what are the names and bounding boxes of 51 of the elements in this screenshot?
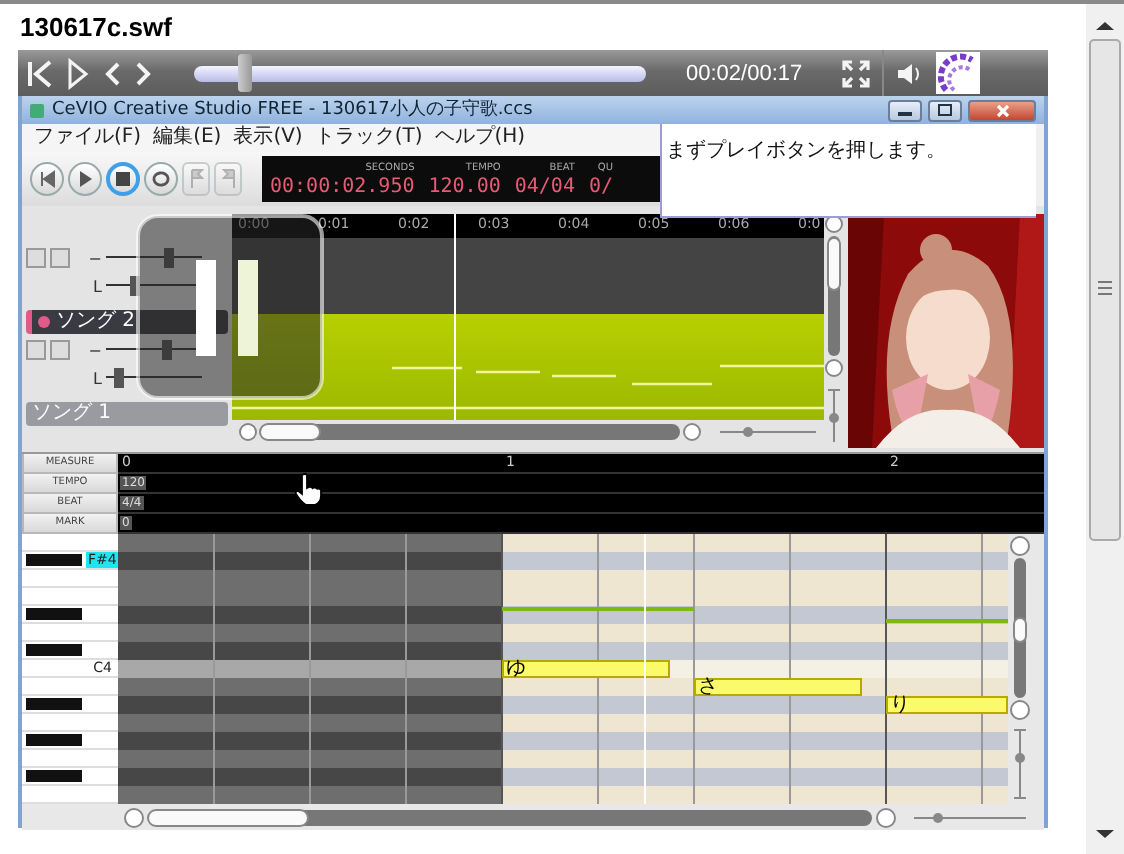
track-color-dot — [38, 316, 50, 328]
maximize-button[interactable] — [928, 99, 962, 121]
vertical-scrollbar[interactable] — [1008, 534, 1032, 804]
loop-button[interactable] — [144, 162, 178, 196]
volume-icon[interactable] — [896, 59, 924, 87]
flag-icon — [185, 168, 207, 190]
note-block[interactable]: り — [886, 696, 1008, 714]
skip-back-icon[interactable] — [26, 57, 54, 89]
menu-item[interactable]: ファイル(F) — [34, 124, 142, 152]
play-icon — [74, 168, 96, 190]
loop-icon — [150, 168, 172, 190]
play-button[interactable] — [68, 162, 102, 196]
time-display: 00:02/00:17 — [686, 61, 805, 85]
message-text: まずプレイボタンを押します。 — [666, 140, 946, 162]
close-icon — [995, 103, 1009, 117]
play-icon[interactable] — [66, 57, 90, 89]
lcd-value: 0/ — [588, 174, 614, 202]
maximize-icon — [938, 104, 952, 116]
flag-icon — [217, 168, 239, 190]
slider-label: L — [91, 277, 102, 295]
lcd-value: 120.00 — [428, 174, 501, 202]
vertical-scrollbar[interactable] — [824, 214, 844, 448]
minimize-button[interactable] — [888, 99, 922, 121]
page-title: 130617c.swf — [20, 12, 174, 46]
next-icon[interactable] — [134, 59, 154, 87]
menu-item[interactable]: 編集(E) — [153, 124, 222, 152]
skip-back-icon — [36, 168, 58, 190]
lcd-value: 04/04 — [514, 174, 575, 202]
previous-icon[interactable] — [102, 59, 122, 87]
seek-slider[interactable] — [194, 54, 646, 92]
window-title: CeVIO Creative Studio FREE - 130617小人の子守歌.ccs — [52, 98, 535, 122]
note-block[interactable]: ゆ — [502, 660, 670, 678]
menu-item[interactable]: 表示(V) — [233, 124, 303, 152]
menu-item[interactable]: ヘルプ(H) — [434, 124, 526, 152]
track-name: ソング 2 — [56, 310, 136, 334]
app-icon — [28, 101, 46, 119]
menu-item[interactable]: トラック(T) — [314, 124, 423, 152]
stop-button[interactable] — [106, 162, 140, 196]
note-block[interactable]: さ — [694, 678, 862, 696]
track-name: ソング 1 — [32, 402, 112, 426]
logo-icon — [936, 52, 980, 94]
page-scrollbar[interactable] — [1086, 4, 1124, 854]
track-header[interactable]: ソング 2 — [26, 310, 228, 334]
fullscreen-icon[interactable] — [842, 59, 870, 87]
slider-label: L — [91, 369, 102, 387]
slider-label: − — [86, 249, 102, 267]
lcd-value: 00:00:02.950 — [270, 174, 415, 202]
slider-label: − — [86, 341, 102, 359]
rewind-button[interactable] — [30, 162, 64, 196]
close-button[interactable] — [968, 99, 1036, 121]
stop-icon — [112, 168, 134, 190]
